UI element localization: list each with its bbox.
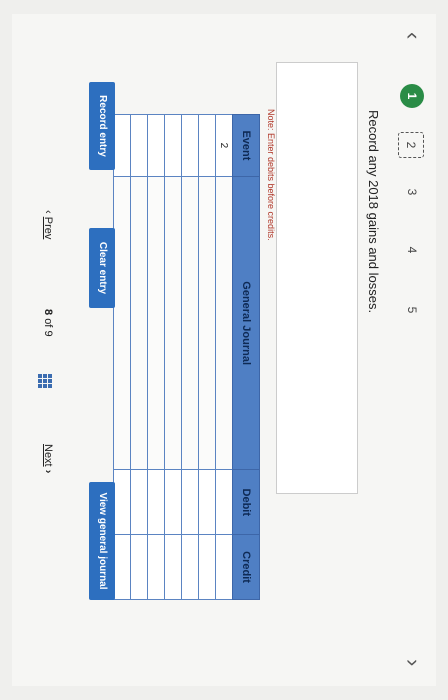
- table-row: [130, 114, 148, 600]
- next-link[interactable]: Next ›: [42, 444, 54, 473]
- rotated-screen-photo: ‹ › 1 2 3 4 5 Record any 2018 gains and …: [0, 0, 448, 700]
- debit-input[interactable]: [164, 469, 182, 535]
- account-select[interactable]: [130, 176, 148, 470]
- note-text: Note: Enter debits before credits.: [266, 109, 276, 241]
- event-cell: [164, 114, 182, 177]
- next-label: Next: [42, 444, 54, 467]
- general-journal-header: General Journal: [232, 176, 260, 470]
- event-header: Event: [232, 114, 260, 177]
- event-cell: [130, 114, 148, 177]
- account-select[interactable]: [181, 176, 199, 470]
- table-row: 2: [215, 114, 233, 600]
- answer-box: [276, 62, 358, 494]
- table-row: [164, 114, 182, 600]
- chevron-right-icon[interactable]: ›: [401, 659, 426, 666]
- prev-link[interactable]: ‹ Prev: [42, 210, 54, 239]
- step-3-tab[interactable]: 3: [400, 180, 424, 204]
- step-4-tab[interactable]: 4: [400, 238, 424, 262]
- credit-input[interactable]: [164, 534, 182, 600]
- account-select[interactable]: [198, 176, 216, 470]
- debit-input[interactable]: [147, 469, 165, 535]
- pagination: ‹ Prev 8 of 9 Next ›: [32, 14, 56, 686]
- event-cell: [113, 114, 131, 177]
- table-row: [181, 114, 199, 600]
- credit-input[interactable]: [198, 534, 216, 600]
- credit-input[interactable]: [130, 534, 148, 600]
- view-general-journal-button[interactable]: View general journal: [89, 482, 115, 600]
- table-row: [113, 114, 131, 600]
- screen: ‹ › 1 2 3 4 5 Record any 2018 gains and …: [12, 14, 436, 686]
- page-number: 8: [42, 309, 54, 316]
- credit-input[interactable]: [181, 534, 199, 600]
- table-row: [147, 114, 165, 600]
- credit-input[interactable]: [147, 534, 165, 600]
- record-entry-button[interactable]: Record entry: [89, 82, 115, 170]
- page-of: of: [42, 318, 54, 328]
- table-row: [198, 114, 216, 600]
- event-cell: [198, 114, 216, 177]
- event-cell: 2: [215, 114, 233, 177]
- account-select[interactable]: [147, 176, 165, 470]
- chevron-left-icon[interactable]: ‹: [401, 32, 426, 39]
- debit-input[interactable]: [198, 469, 216, 535]
- debit-input[interactable]: [130, 469, 148, 535]
- credit-input[interactable]: [215, 534, 233, 600]
- debit-input[interactable]: [181, 469, 199, 535]
- page-total: 9: [42, 330, 54, 337]
- instruction-text: Record any 2018 gains and losses.: [366, 110, 381, 314]
- page-indicator: 8 of 9: [42, 309, 54, 337]
- step-2-tab[interactable]: 2: [398, 132, 424, 158]
- prev-label: Prev: [42, 216, 54, 240]
- event-cell: [181, 114, 199, 177]
- credit-header: Credit: [232, 534, 260, 600]
- credit-input[interactable]: [113, 534, 131, 600]
- debit-header: Debit: [232, 469, 260, 535]
- account-select[interactable]: [113, 176, 131, 470]
- clear-entry-button[interactable]: Clear entry: [89, 228, 115, 308]
- account-select[interactable]: [164, 176, 182, 470]
- debit-input[interactable]: [113, 469, 131, 535]
- grid-icon[interactable]: [38, 374, 52, 388]
- journal-table: Event General Journal Debit Credit 2: [113, 114, 260, 600]
- step-5-tab[interactable]: 5: [400, 298, 424, 322]
- debit-input[interactable]: [215, 469, 233, 535]
- event-cell: [147, 114, 165, 177]
- step-tabs: 1 2 3 4 5: [396, 84, 426, 384]
- step-1-tab[interactable]: 1: [400, 84, 424, 108]
- account-select[interactable]: [215, 176, 233, 470]
